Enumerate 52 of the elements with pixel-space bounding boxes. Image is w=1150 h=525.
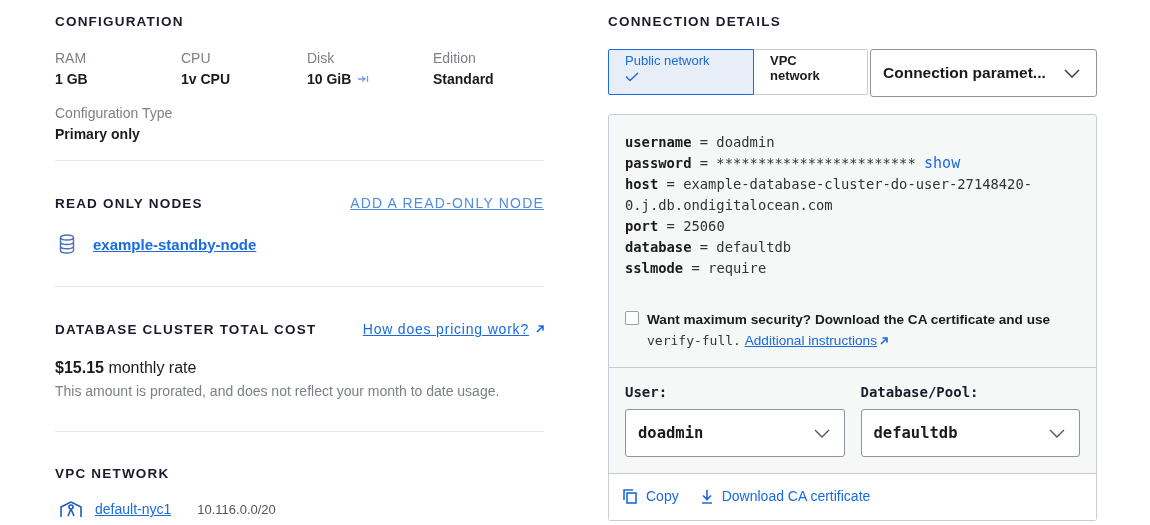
connection-param: port = 25060 (625, 217, 726, 236)
copy-icon (623, 488, 637, 504)
download-button[interactable]: Download CA certificate (700, 488, 871, 504)
spec-value: 1v CPU (181, 71, 231, 87)
select-label: User: (625, 384, 669, 400)
network-tab[interactable]: Public network (608, 49, 754, 95)
connection-param: host = example-database-cluster-do-user-27148420-0.j.db.ondigitalocean.com (625, 175, 1034, 215)
security-checkbox[interactable] (625, 311, 639, 325)
database-icon (59, 234, 75, 254)
node-link[interactable]: example-standby-node (93, 235, 257, 253)
spec-label: Configuration Type (55, 105, 174, 121)
download-icon (700, 488, 713, 504)
pricing-link[interactable]: How does pricing work? (362, 321, 544, 337)
spec-label: Disk (307, 50, 336, 66)
dropdown-select[interactable]: defaultdb (860, 409, 1080, 457)
connection-param: password = ************************ show (625, 153, 962, 174)
external-link-icon (879, 337, 888, 345)
select-label: Database/Pool: (860, 384, 980, 400)
network-tab[interactable]: VPC network (754, 49, 868, 95)
spec-value: Standard (433, 71, 494, 87)
chevron-icon (813, 428, 830, 438)
spec-value: 10 GiB (307, 71, 352, 87)
spec-value: 1 GB (55, 71, 88, 87)
section-title: READ ONLY NODES (55, 195, 203, 211)
section-title: VPC NETWORK (55, 466, 171, 481)
spec-value: Primary only (55, 126, 141, 142)
monthly-rate: $15.15 monthly rate (55, 359, 198, 377)
chevron-icon (1049, 428, 1065, 438)
connection-param: database = defaultdb (625, 238, 793, 257)
connection-param: sslmode = require (625, 259, 768, 278)
network-cidr: 10.116.0.0/20 (197, 501, 276, 517)
copy-button[interactable]: Copy (623, 488, 679, 504)
chevron-icon (1064, 68, 1080, 78)
dropdown-select[interactable]: doadmin (625, 409, 845, 457)
resize-icon[interactable] (357, 75, 370, 83)
section-title: CONFIGURATION (55, 14, 185, 29)
section-title: DATABASE CLUSTER TOTAL COST (55, 321, 317, 337)
security-note: Want maximum security? Download the CA certificate and use verify-full. Additional instructions (647, 311, 1052, 350)
check-icon (625, 72, 639, 82)
cost-note: This amount is prorated, and does not reflect your month to date usage. (55, 383, 501, 399)
add-node-link[interactable]: ADD A READ-ONLY NODE (350, 195, 544, 211)
network-icon (59, 501, 83, 517)
instructions-link[interactable]: Additional instructions (744, 333, 888, 348)
spec-label: RAM (55, 50, 88, 66)
connection-param: username = doadmin (625, 133, 776, 152)
section-title: CONNECTION DETAILS (608, 14, 782, 29)
spec-label: CPU (181, 50, 212, 66)
network-link[interactable]: default-nyc1 (95, 501, 172, 517)
spec-label: Edition (433, 50, 477, 66)
external-link-icon (536, 325, 544, 333)
format-select[interactable]: Connection paramet... (870, 49, 1097, 97)
show-link[interactable]: show (924, 154, 961, 172)
